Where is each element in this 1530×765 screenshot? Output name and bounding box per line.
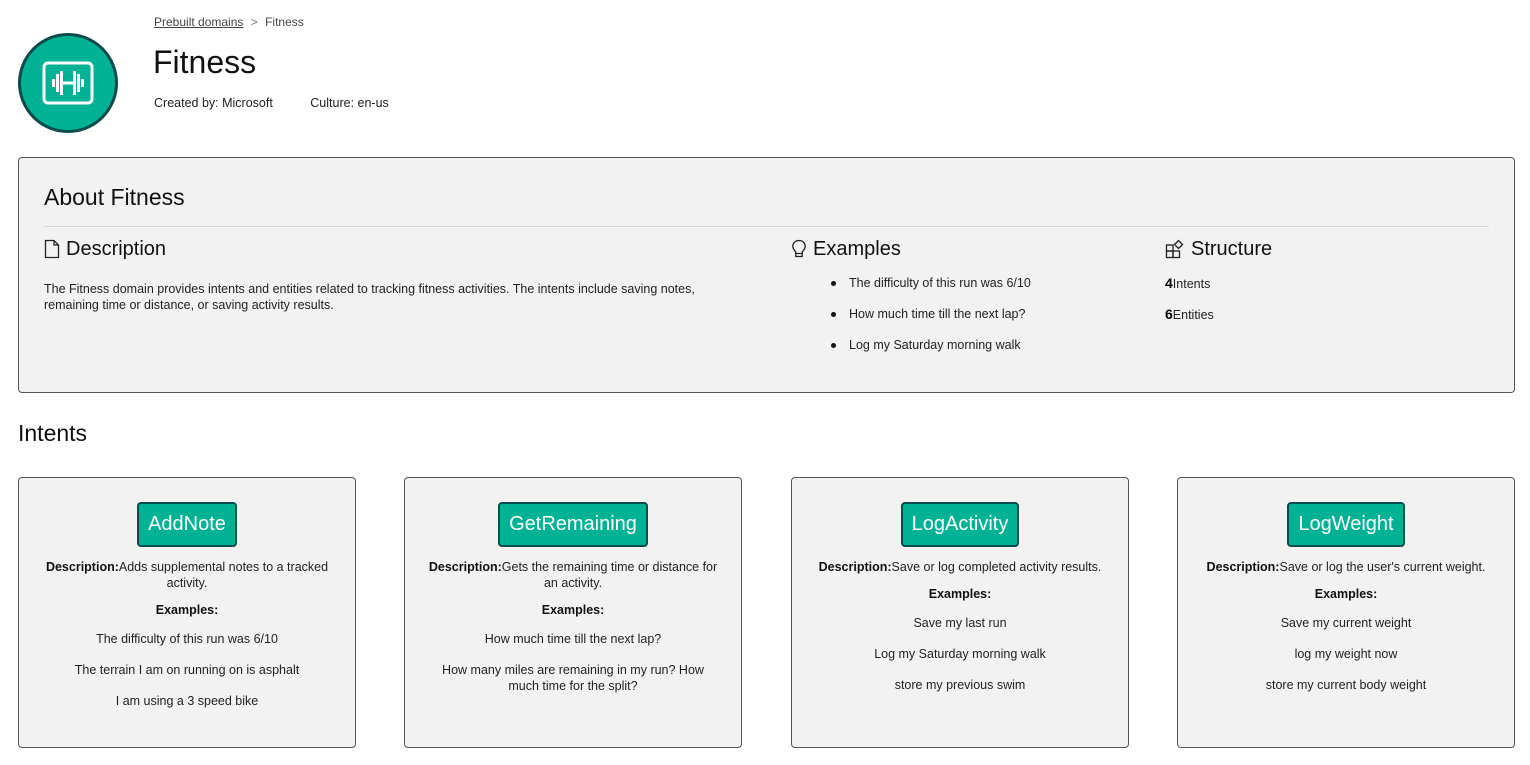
structure-heading: Structure bbox=[1165, 235, 1465, 263]
examples-label: Examples: bbox=[1314, 587, 1378, 601]
structure-list: 4Intents 6Entities bbox=[1165, 275, 1465, 337]
intent-button-getremaining[interactable]: GetRemaining bbox=[498, 502, 648, 547]
intent-card: LogActivity Description:Save or log comp… bbox=[791, 477, 1129, 748]
example-item: Log my Saturday morning walk bbox=[831, 337, 1131, 368]
intent-card: GetRemaining Description:Gets the remain… bbox=[404, 477, 742, 748]
entities-count-value: 6 bbox=[1165, 306, 1173, 322]
description-text: The Fitness domain provides intents and … bbox=[44, 282, 695, 312]
examples-section: Examples The difficulty of this run was … bbox=[791, 235, 1131, 368]
description-label: Description: bbox=[45, 560, 119, 574]
lightbulb-icon bbox=[792, 239, 806, 258]
intent-description: Description:Save or log completed activi… bbox=[814, 559, 1106, 575]
examples-label: Examples: bbox=[541, 603, 605, 617]
examples-label: Examples: bbox=[928, 587, 992, 601]
example-item: How much time till the next lap? bbox=[831, 306, 1131, 337]
structure-section: Structure 4Intents 6Entities bbox=[1165, 235, 1465, 337]
intent-example: I am using a 3 speed bike bbox=[115, 694, 259, 708]
culture: Culture: en-us bbox=[310, 96, 389, 110]
intent-card: LogWeight Description:Save or log the us… bbox=[1177, 477, 1515, 748]
dumbbell-icon bbox=[42, 61, 94, 105]
intent-example: Save my current weight bbox=[1280, 616, 1412, 630]
entities-count: 6Entities bbox=[1165, 306, 1465, 337]
description-label: Description: bbox=[428, 560, 502, 574]
intent-example: The terrain I am on running on is asphal… bbox=[74, 663, 300, 677]
intent-example: store my current body weight bbox=[1265, 678, 1427, 692]
intent-example: log my weight now bbox=[1294, 647, 1398, 661]
intents-section-title: Intents bbox=[18, 420, 88, 446]
description-heading-label: Description bbox=[66, 237, 167, 260]
breadcrumb-current: Fitness bbox=[265, 15, 304, 29]
page-header: Prebuilt domains > Fitness Fitness Creat… bbox=[0, 0, 1530, 150]
intents-count: 4Intents bbox=[1165, 275, 1465, 306]
breadcrumb: Prebuilt domains > Fitness bbox=[154, 15, 304, 29]
intent-button-addnote[interactable]: AddNote bbox=[137, 502, 237, 547]
examples-heading-label: Examples bbox=[813, 237, 901, 260]
description-section: Description The Fitness domain provides … bbox=[44, 235, 744, 313]
intents-count-label: Intents bbox=[1172, 277, 1211, 291]
intent-example: How much time till the next lap? bbox=[484, 632, 662, 646]
about-panel: About Fitness Description The Fitness do… bbox=[18, 157, 1515, 393]
description-value: Save or log completed activity results. bbox=[891, 560, 1102, 574]
description-label: Description: bbox=[818, 560, 892, 574]
created-by: Created by: Microsoft bbox=[154, 96, 273, 110]
intent-description: Description:Adds supplemental notes to a… bbox=[41, 559, 333, 591]
intent-example: Save my last run bbox=[913, 616, 1007, 630]
intent-button-logweight[interactable]: LogWeight bbox=[1287, 502, 1405, 547]
description-value: Save or log the user's current weight. bbox=[1279, 560, 1486, 574]
intent-description: Description:Gets the remaining time or d… bbox=[427, 559, 719, 591]
examples-label: Examples: bbox=[155, 603, 219, 617]
breadcrumb-separator: > bbox=[250, 15, 258, 29]
page-title: Fitness bbox=[153, 44, 257, 80]
intent-description: Description:Save or log the user's curre… bbox=[1200, 559, 1492, 575]
description-value: Adds supplemental notes to a tracked act… bbox=[118, 560, 329, 590]
intents-count-value: 4 bbox=[1165, 275, 1173, 291]
description-heading: Description bbox=[44, 235, 744, 263]
domain-meta: Created by: Microsoft Culture: en-us bbox=[154, 96, 389, 110]
examples-list: The difficulty of this run was 6/10 How … bbox=[791, 275, 1131, 368]
structure-icon bbox=[1165, 239, 1184, 259]
intent-example: store my previous swim bbox=[894, 678, 1026, 692]
document-icon bbox=[44, 239, 60, 259]
intent-card: AddNote Description:Adds supplemental no… bbox=[18, 477, 356, 748]
example-item: The difficulty of this run was 6/10 bbox=[831, 275, 1131, 306]
about-title: About Fitness bbox=[44, 184, 185, 210]
about-divider bbox=[44, 226, 1489, 227]
description-label: Description: bbox=[1206, 560, 1280, 574]
intent-example: The difficulty of this run was 6/10 bbox=[96, 632, 278, 646]
structure-heading-label: Structure bbox=[1191, 237, 1273, 260]
entities-count-label: Entities bbox=[1172, 308, 1214, 322]
intent-example: Log my Saturday morning walk bbox=[874, 647, 1046, 661]
description-value: Gets the remaining time or distance for … bbox=[501, 560, 718, 590]
examples-heading: Examples bbox=[791, 235, 1131, 263]
breadcrumb-prebuilt-domains-link[interactable]: Prebuilt domains bbox=[154, 15, 243, 29]
domain-logo bbox=[18, 33, 118, 133]
intent-button-logactivity[interactable]: LogActivity bbox=[900, 502, 1020, 547]
intent-example: How many miles are remaining in my run? … bbox=[442, 663, 704, 693]
